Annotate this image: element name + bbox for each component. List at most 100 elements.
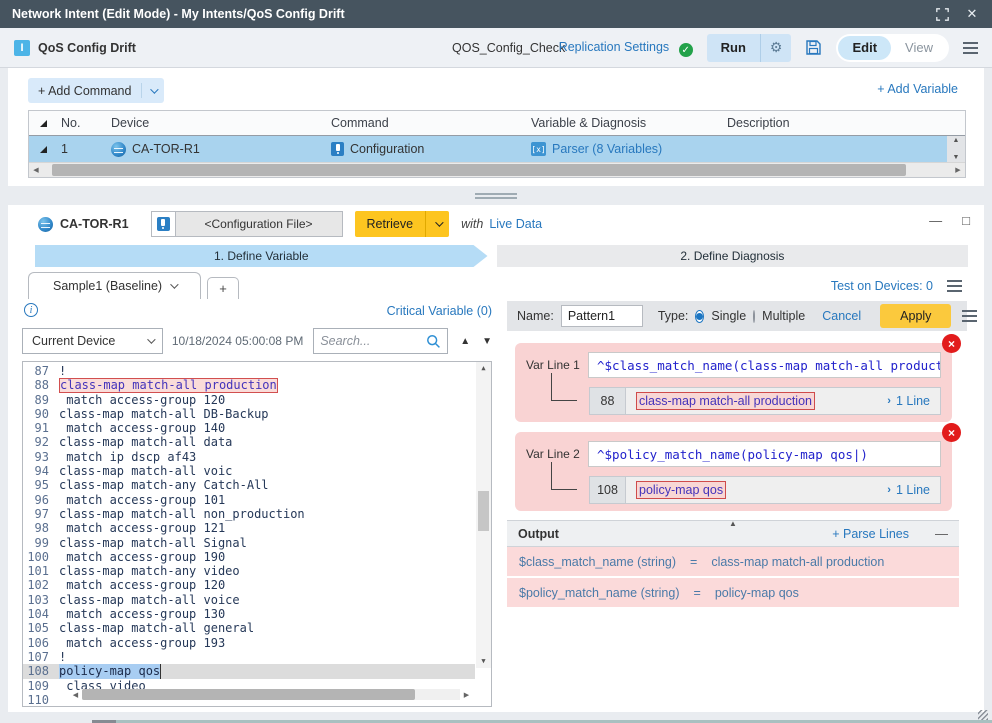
device-select-dropdown[interactable]: Current Device	[22, 328, 163, 354]
code-line[interactable]: 104 match access-group 130	[23, 607, 475, 621]
scroll-right-icon[interactable]: ▶	[951, 166, 965, 174]
configuration-text-viewer[interactable]: 87!88class-map match-all production89 ma…	[22, 361, 492, 707]
add-variable-link[interactable]: + Add Variable	[877, 82, 958, 96]
replication-settings-link[interactable]: Replication Settings ✓	[559, 38, 693, 58]
radio-multiple-label[interactable]: Multiple	[762, 309, 805, 323]
row-expand-icon[interactable]	[29, 146, 57, 153]
radio-single[interactable]	[695, 310, 704, 323]
scroll-up-icon[interactable]: ▲	[953, 137, 960, 144]
line-number: 99	[23, 536, 59, 550]
table-row[interactable]: 1 CA-TOR-R1 Configuration [x]Parser (8 V…	[29, 136, 965, 162]
code-line[interactable]: 97class-map match-all non_production	[23, 507, 475, 521]
code-line[interactable]: 103class-map match-all voice	[23, 593, 475, 607]
parse-lines-link[interactable]: + Parse Lines	[832, 527, 909, 541]
scroll-up-icon[interactable]: ▲	[476, 365, 491, 372]
step-define-variable[interactable]: 1. Define Variable	[35, 245, 488, 267]
code-line[interactable]: 92class-map match-all data	[23, 435, 475, 449]
delete-var-line-icon[interactable]: ×	[942, 423, 961, 442]
code-horizontal-scrollbar[interactable]: ◀ ▶	[69, 688, 473, 701]
code-line[interactable]: 88class-map match-all production	[23, 378, 475, 392]
code-line[interactable]: 101class-map match-any video	[23, 564, 475, 578]
run-settings-gear-icon[interactable]: ⚙	[760, 34, 792, 62]
var-line-regex-input[interactable]: ^$policy_match_name(policy-map qos|)	[588, 441, 941, 467]
row-parser-link[interactable]: Parser (8 Variables)	[552, 142, 662, 156]
add-command-button[interactable]: + Add Command	[28, 78, 164, 103]
resize-grip[interactable]	[978, 710, 988, 720]
var-line-regex-input[interactable]: ^$class_match_name(class-map match-all p…	[588, 352, 941, 378]
scroll-left-icon[interactable]: ◀	[69, 691, 82, 699]
configuration-file-label[interactable]: <Configuration File>	[176, 212, 342, 236]
scroll-right-icon[interactable]: ▶	[460, 691, 473, 699]
save-icon[interactable]	[805, 39, 822, 56]
line-text: class-map match-all voic	[59, 464, 232, 478]
apply-button[interactable]: Apply	[880, 304, 951, 328]
code-line[interactable]: 105class-map match-all general	[23, 621, 475, 635]
configuration-file-selector[interactable]: <Configuration File>	[151, 211, 343, 237]
code-line[interactable]: 91 match access-group 140	[23, 421, 475, 435]
table-horizontal-scrollbar[interactable]: ◀ ▶	[29, 162, 965, 177]
code-line[interactable]: 108policy-map qos	[23, 664, 475, 678]
edit-toggle[interactable]: Edit	[838, 36, 891, 60]
find-next-icon[interactable]: ▼	[482, 336, 492, 347]
expand-lines-link[interactable]: ›1 Line	[887, 483, 940, 497]
code-line[interactable]: 94class-map match-all voic	[23, 464, 475, 478]
view-toggle[interactable]: View	[891, 36, 947, 60]
code-line[interactable]: 106 match access-group 193	[23, 636, 475, 650]
code-line[interactable]: 90class-map match-all DB-Backup	[23, 407, 475, 421]
collapse-icon[interactable]: —	[929, 213, 942, 228]
panel-splitter-handle[interactable]	[0, 186, 992, 205]
line-number: 88	[23, 378, 59, 392]
maximize-panel-icon[interactable]: □	[962, 213, 970, 228]
radio-single-label[interactable]: Single	[711, 309, 746, 323]
find-previous-icon[interactable]: ▲	[460, 336, 470, 347]
header-menu-icon[interactable]	[963, 42, 978, 54]
code-line[interactable]: 96 match access-group 101	[23, 493, 475, 507]
retrieve-button[interactable]: Retrieve	[355, 211, 426, 237]
code-lines: 87!88class-map match-all production89 ma…	[23, 364, 475, 707]
code-line[interactable]: 99class-map match-all Signal	[23, 536, 475, 550]
minimize-output-icon[interactable]: —	[935, 526, 948, 541]
code-vertical-scrollbar[interactable]: ▲ ▼	[476, 362, 491, 668]
search-box[interactable]	[313, 328, 448, 354]
scrollbar-thumb[interactable]	[478, 491, 489, 531]
search-icon[interactable]	[426, 334, 441, 349]
code-line[interactable]: 87!	[23, 364, 475, 378]
pattern-name-input[interactable]	[561, 305, 643, 327]
intent-header: I QoS Config Drift QOS_Config_Check Repl…	[0, 28, 992, 68]
scroll-left-icon[interactable]: ◀	[29, 166, 43, 174]
info-icon[interactable]: i	[24, 303, 38, 317]
collapse-output-icon[interactable]: ▲	[729, 519, 737, 528]
radio-multiple[interactable]	[753, 310, 755, 323]
code-line[interactable]: 93 match ip dscp af43	[23, 450, 475, 464]
search-input[interactable]	[320, 334, 426, 348]
tab-sample1-baseline[interactable]: Sample1 (Baseline)	[28, 272, 201, 299]
scroll-down-icon[interactable]: ▼	[476, 658, 491, 665]
scroll-down-icon[interactable]: ▼	[953, 154, 960, 161]
code-line[interactable]: 102 match access-group 120	[23, 578, 475, 592]
live-data-link[interactable]: Live Data	[489, 217, 542, 231]
step-define-diagnosis[interactable]: 2. Define Diagnosis	[497, 245, 968, 267]
close-icon[interactable]: ✕	[964, 6, 980, 22]
col-device: Device	[111, 116, 331, 130]
pattern-menu-icon[interactable]	[962, 310, 977, 322]
scrollbar-thumb[interactable]	[82, 689, 415, 700]
code-line[interactable]: 89 match access-group 120	[23, 393, 475, 407]
code-line[interactable]: 107!	[23, 650, 475, 664]
maximize-icon[interactable]	[934, 6, 950, 22]
cancel-button[interactable]: Cancel	[822, 309, 861, 323]
code-line[interactable]: 98 match access-group 121	[23, 521, 475, 535]
code-line[interactable]: 100 match access-group 190	[23, 550, 475, 564]
retrieve-dropdown[interactable]	[425, 211, 449, 237]
table-vertical-scrollbar[interactable]: ▲ ▼	[947, 136, 965, 162]
add-command-dropdown[interactable]	[141, 83, 164, 98]
run-button[interactable]: Run	[707, 40, 760, 55]
expand-lines-link[interactable]: ›1 Line	[887, 394, 940, 408]
line-text: match access-group 121	[59, 521, 225, 535]
add-sample-tab[interactable]: +	[207, 277, 239, 299]
delete-var-line-icon[interactable]: ×	[942, 334, 961, 353]
expand-all-icon[interactable]	[29, 120, 57, 127]
line-text: policy-map qos	[59, 664, 161, 678]
scrollbar-thumb[interactable]	[52, 164, 906, 176]
code-line[interactable]: 95class-map match-any Catch-All	[23, 478, 475, 492]
critical-variable-link[interactable]: Critical Variable (0)	[387, 304, 492, 318]
